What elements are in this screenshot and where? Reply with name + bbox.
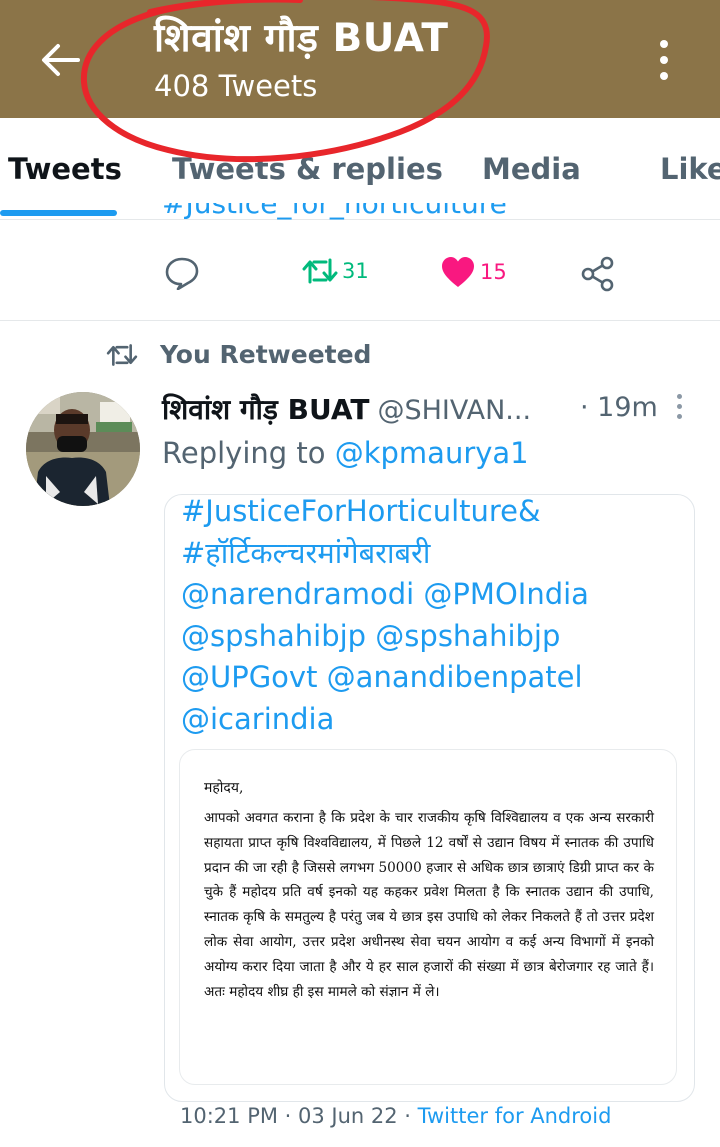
more-vertical-icon [660,40,668,48]
replying-to: Replying to @kpmaurya1 [162,436,529,470]
tweet-source[interactable]: Twitter for Android [418,1104,612,1128]
mention-line[interactable]: @icarindia [181,699,686,741]
avatar-photo [26,392,140,506]
heart-icon [442,257,474,287]
tweet-content-card[interactable]: #JusticeForHorticulture& #हॉर्टिकल्चरमां… [164,494,695,1102]
kebab-icon [676,394,682,399]
mention-line[interactable]: @spshahibjp @spshahibjp [181,616,686,658]
tweet-divider [0,320,720,321]
tweet-hashtags-mentions: #JusticeForHorticulture& #हॉर्टिकल्चरमां… [181,495,686,741]
profile-name: शिवांश गौड़ BUAT [154,16,449,61]
tab-tweets-and-replies[interactable]: Tweets & replies [172,152,443,186]
tweet-datetime: 10:21 PM · 03 Jun 22 · [180,1104,418,1128]
avatar[interactable] [26,392,140,506]
letter-body: आपको अवगत कराना है कि प्रदेश के चार राजक… [204,810,654,1000]
tweet-author-row: शिवांश गौड़ BUAT @SHIVAN... · 19m [162,390,692,430]
like-button[interactable]: 15 [440,256,507,288]
back-arrow-icon [42,44,80,76]
hashtag-line[interactable]: #JusticeForHorticulture& [181,495,686,533]
tweet-menu-button[interactable] [674,394,684,419]
tab-tweets[interactable]: Tweets [8,152,122,186]
share-button[interactable] [580,256,616,292]
tweet-timestamp: 10:21 PM · 03 Jun 22 · Twitter for Andro… [180,1104,611,1128]
back-button[interactable] [36,38,84,82]
retweet-icon [302,258,338,284]
tab-likes[interactable]: Like [660,152,720,186]
tweet-count: 408 Tweets [154,69,318,103]
like-count: 15 [480,260,507,284]
tweet-time: · 19m [580,392,658,423]
header-title-block: शिवांश गौड़ BUAT 408 Tweets [154,16,448,104]
active-tab-indicator [0,210,117,216]
author-handle[interactable]: @SHIVAN... [377,395,531,426]
previous-tweet-text[interactable]: #Justice_for_horticulture [162,203,507,230]
mention-line[interactable]: @UPGovt @anandibenpatel [181,657,686,699]
tab-media[interactable]: Media [482,152,581,186]
retweet-button[interactable]: 31 [302,256,369,286]
replying-to-handle[interactable]: @kpmaurya1 [335,436,529,470]
more-options-button[interactable] [648,36,680,84]
reply-button[interactable] [164,256,200,290]
replying-to-label: Replying to [162,436,326,470]
author-name[interactable]: शिवांश गौड़ BUAT [162,393,369,426]
letter-greeting: महोदय, [204,780,244,796]
retweet-icon [106,343,138,366]
hashtag-line[interactable]: #हॉर्टिकल्चरमांगेबराबरी [181,533,686,575]
retweet-count: 31 [342,259,369,283]
retweet-context-label: You Retweeted [160,340,372,369]
reply-icon [165,257,199,290]
share-icon [581,256,614,292]
retweet-context: You Retweeted [106,340,371,369]
tweet-action-bar: 31 15 [0,248,720,308]
mention-line[interactable]: @narendramodi @PMOIndia [181,574,686,616]
attached-letter-image[interactable]: महोदय, आपको अवगत कराना है कि प्रदेश के च… [179,749,677,1085]
profile-header: शिवांश गौड़ BUAT 408 Tweets [0,0,720,118]
